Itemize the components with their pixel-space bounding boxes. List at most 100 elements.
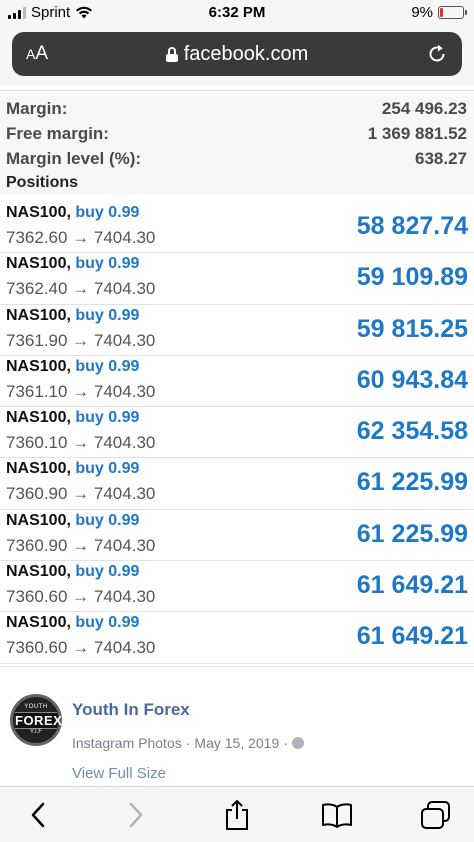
position-side: buy 0.99 <box>75 511 140 529</box>
margin-label: Margin: <box>6 98 68 118</box>
album-link[interactable]: Instagram Photos <box>72 735 182 751</box>
avatar[interactable]: YOUTH FOREX Y.I.F <box>10 694 62 746</box>
position-prices: 7360.90 → 7404.30 <box>6 535 156 555</box>
position-profit: 59 109.89 <box>356 263 468 292</box>
position-title: NAS100, buy 0.99 <box>6 255 139 273</box>
reload-icon[interactable] <box>426 43 448 65</box>
position-prices: 7360.10 → 7404.30 <box>6 433 156 453</box>
position-symbol: NAS100, <box>6 255 71 273</box>
margin-level-row: Margin level (%): 638.27 <box>0 146 474 171</box>
position-symbol: NAS100, <box>6 563 71 581</box>
position-prices: 7362.40 → 7404.30 <box>6 279 156 299</box>
position-prices: 7360.60 → 7404.30 <box>6 587 156 607</box>
position-side: buy 0.99 <box>75 563 140 581</box>
account-summary: Margin: 254 496.23 Free margin: 1 369 88… <box>0 96 474 195</box>
position-symbol: NAS100, <box>6 614 71 632</box>
position-row: NAS100, buy 0.99 7360.90 → 7404.30 61 22… <box>0 509 474 562</box>
position-row: NAS100, buy 0.99 7360.90 → 7404.30 61 22… <box>0 458 474 510</box>
margin-row: Margin: 254 496.23 <box>0 96 474 121</box>
position-title: NAS100, buy 0.99 <box>6 358 139 376</box>
share-button[interactable] <box>217 797 257 833</box>
battery-fill <box>440 8 443 17</box>
meta-separator: · <box>283 735 288 751</box>
position-profit: 61 649.21 <box>356 622 468 651</box>
position-side: buy 0.99 <box>75 357 140 375</box>
tabs-icon <box>421 801 450 829</box>
post-divider <box>0 666 474 686</box>
position-side: buy 0.99 <box>75 255 140 273</box>
url-field[interactable]: facebook.com <box>12 43 462 66</box>
meta-separator: · <box>185 735 191 751</box>
bookmarks-button[interactable] <box>317 797 357 833</box>
position-prices: 7360.60 → 7404.30 <box>6 638 156 658</box>
position-symbol: NAS100, <box>6 511 71 529</box>
battery-percent: 9% <box>411 4 433 21</box>
url-text: facebook.com <box>183 43 309 65</box>
tabs-button[interactable] <box>416 797 456 833</box>
position-prices: 7361.10 → 7404.30 <box>6 381 156 401</box>
position-title: NAS100, buy 0.99 <box>6 460 139 478</box>
position-symbol: NAS100, <box>6 306 71 324</box>
avatar-bottom-text: Y.I.F <box>30 729 42 735</box>
status-bar: Sprint 6:32 PM 9% <box>0 0 474 26</box>
positions-list: NAS100, buy 0.99 7362.60 → 7404.30 58 82… <box>0 202 474 664</box>
position-profit: 62 354.58 <box>356 417 468 446</box>
margin-level-value: 638.27 <box>415 148 467 168</box>
author-link[interactable]: Youth In Forex <box>72 700 190 720</box>
position-prices: 7360.90 → 7404.30 <box>6 484 156 504</box>
positions-header: Positions <box>0 171 474 195</box>
position-symbol: NAS100, <box>6 204 71 221</box>
position-profit: 61 649.21 <box>356 571 468 600</box>
post-attribution: YOUTH FOREX Y.I.F Youth In Forex Instagr… <box>0 686 474 786</box>
position-side: buy 0.99 <box>75 306 140 324</box>
position-row: NAS100, buy 0.99 7361.10 → 7404.30 60 94… <box>0 355 474 408</box>
position-row: NAS100, buy 0.99 7360.10 → 7404.30 62 35… <box>0 407 474 459</box>
position-profit: 59 815.25 <box>356 314 468 343</box>
position-side: buy 0.99 <box>75 204 140 221</box>
forward-button[interactable] <box>116 797 156 833</box>
position-title: NAS100, buy 0.99 <box>6 409 139 427</box>
position-title: NAS100, buy 0.99 <box>6 307 139 325</box>
battery-icon <box>438 6 467 19</box>
clock: 6:32 PM <box>208 4 266 21</box>
position-row: NAS100, buy 0.99 7360.60 → 7404.30 61 64… <box>0 561 474 613</box>
free-margin-row: Free margin: 1 369 881.52 <box>0 121 474 146</box>
status-right: 9% <box>411 4 467 21</box>
position-side: buy 0.99 <box>75 614 140 632</box>
view-full-size-link[interactable]: View Full Size <box>72 765 166 782</box>
avatar-top-text: YOUTH <box>24 704 48 710</box>
post-date[interactable]: May 15, 2019 <box>194 735 279 751</box>
position-symbol: NAS100, <box>6 357 71 375</box>
position-profit: 60 943.84 <box>356 365 468 394</box>
forward-icon <box>129 802 143 828</box>
back-icon <box>31 802 45 828</box>
position-title: NAS100, buy 0.99 <box>6 512 139 530</box>
browser-toolbar <box>0 786 474 842</box>
position-symbol: NAS100, <box>6 409 71 427</box>
avatar-main-text: FOREX <box>15 712 63 729</box>
position-row: NAS100, buy 0.99 7361.90 → 7404.30 59 81… <box>0 304 474 356</box>
margin-level-label: Margin level (%): <box>6 148 142 168</box>
free-margin-label: Free margin: <box>6 123 109 143</box>
position-title: NAS100, buy 0.99 <box>6 614 139 632</box>
position-profit: 61 225.99 <box>356 519 468 548</box>
position-row: NAS100, buy 0.99 7360.60 → 7404.30 61 64… <box>0 612 474 664</box>
position-row: NAS100, buy 0.99 7362.40 → 7404.30 59 10… <box>0 253 474 305</box>
position-prices: 7361.90 → 7404.30 <box>6 330 156 350</box>
address-bar-container: AA facebook.com <box>0 26 474 86</box>
position-side: buy 0.99 <box>75 460 140 478</box>
globe-icon <box>291 737 304 749</box>
free-margin-value: 1 369 881.52 <box>367 123 467 143</box>
lock-icon <box>165 47 178 62</box>
address-bar[interactable]: AA facebook.com <box>12 32 462 76</box>
position-symbol: NAS100, <box>6 460 71 478</box>
position-prices: 7362.60 → 7404.30 <box>6 228 156 247</box>
position-profit: 58 827.74 <box>356 212 468 240</box>
position-side: buy 0.99 <box>75 409 140 427</box>
share-icon <box>226 800 248 830</box>
position-title: NAS100, buy 0.99 <box>6 563 139 581</box>
margin-value: 254 496.23 <box>381 98 467 118</box>
position-title: NAS100, buy 0.99 <box>6 204 139 222</box>
post-meta: Instagram Photos · May 15, 2019 · <box>72 735 304 751</box>
back-button[interactable] <box>18 797 58 833</box>
